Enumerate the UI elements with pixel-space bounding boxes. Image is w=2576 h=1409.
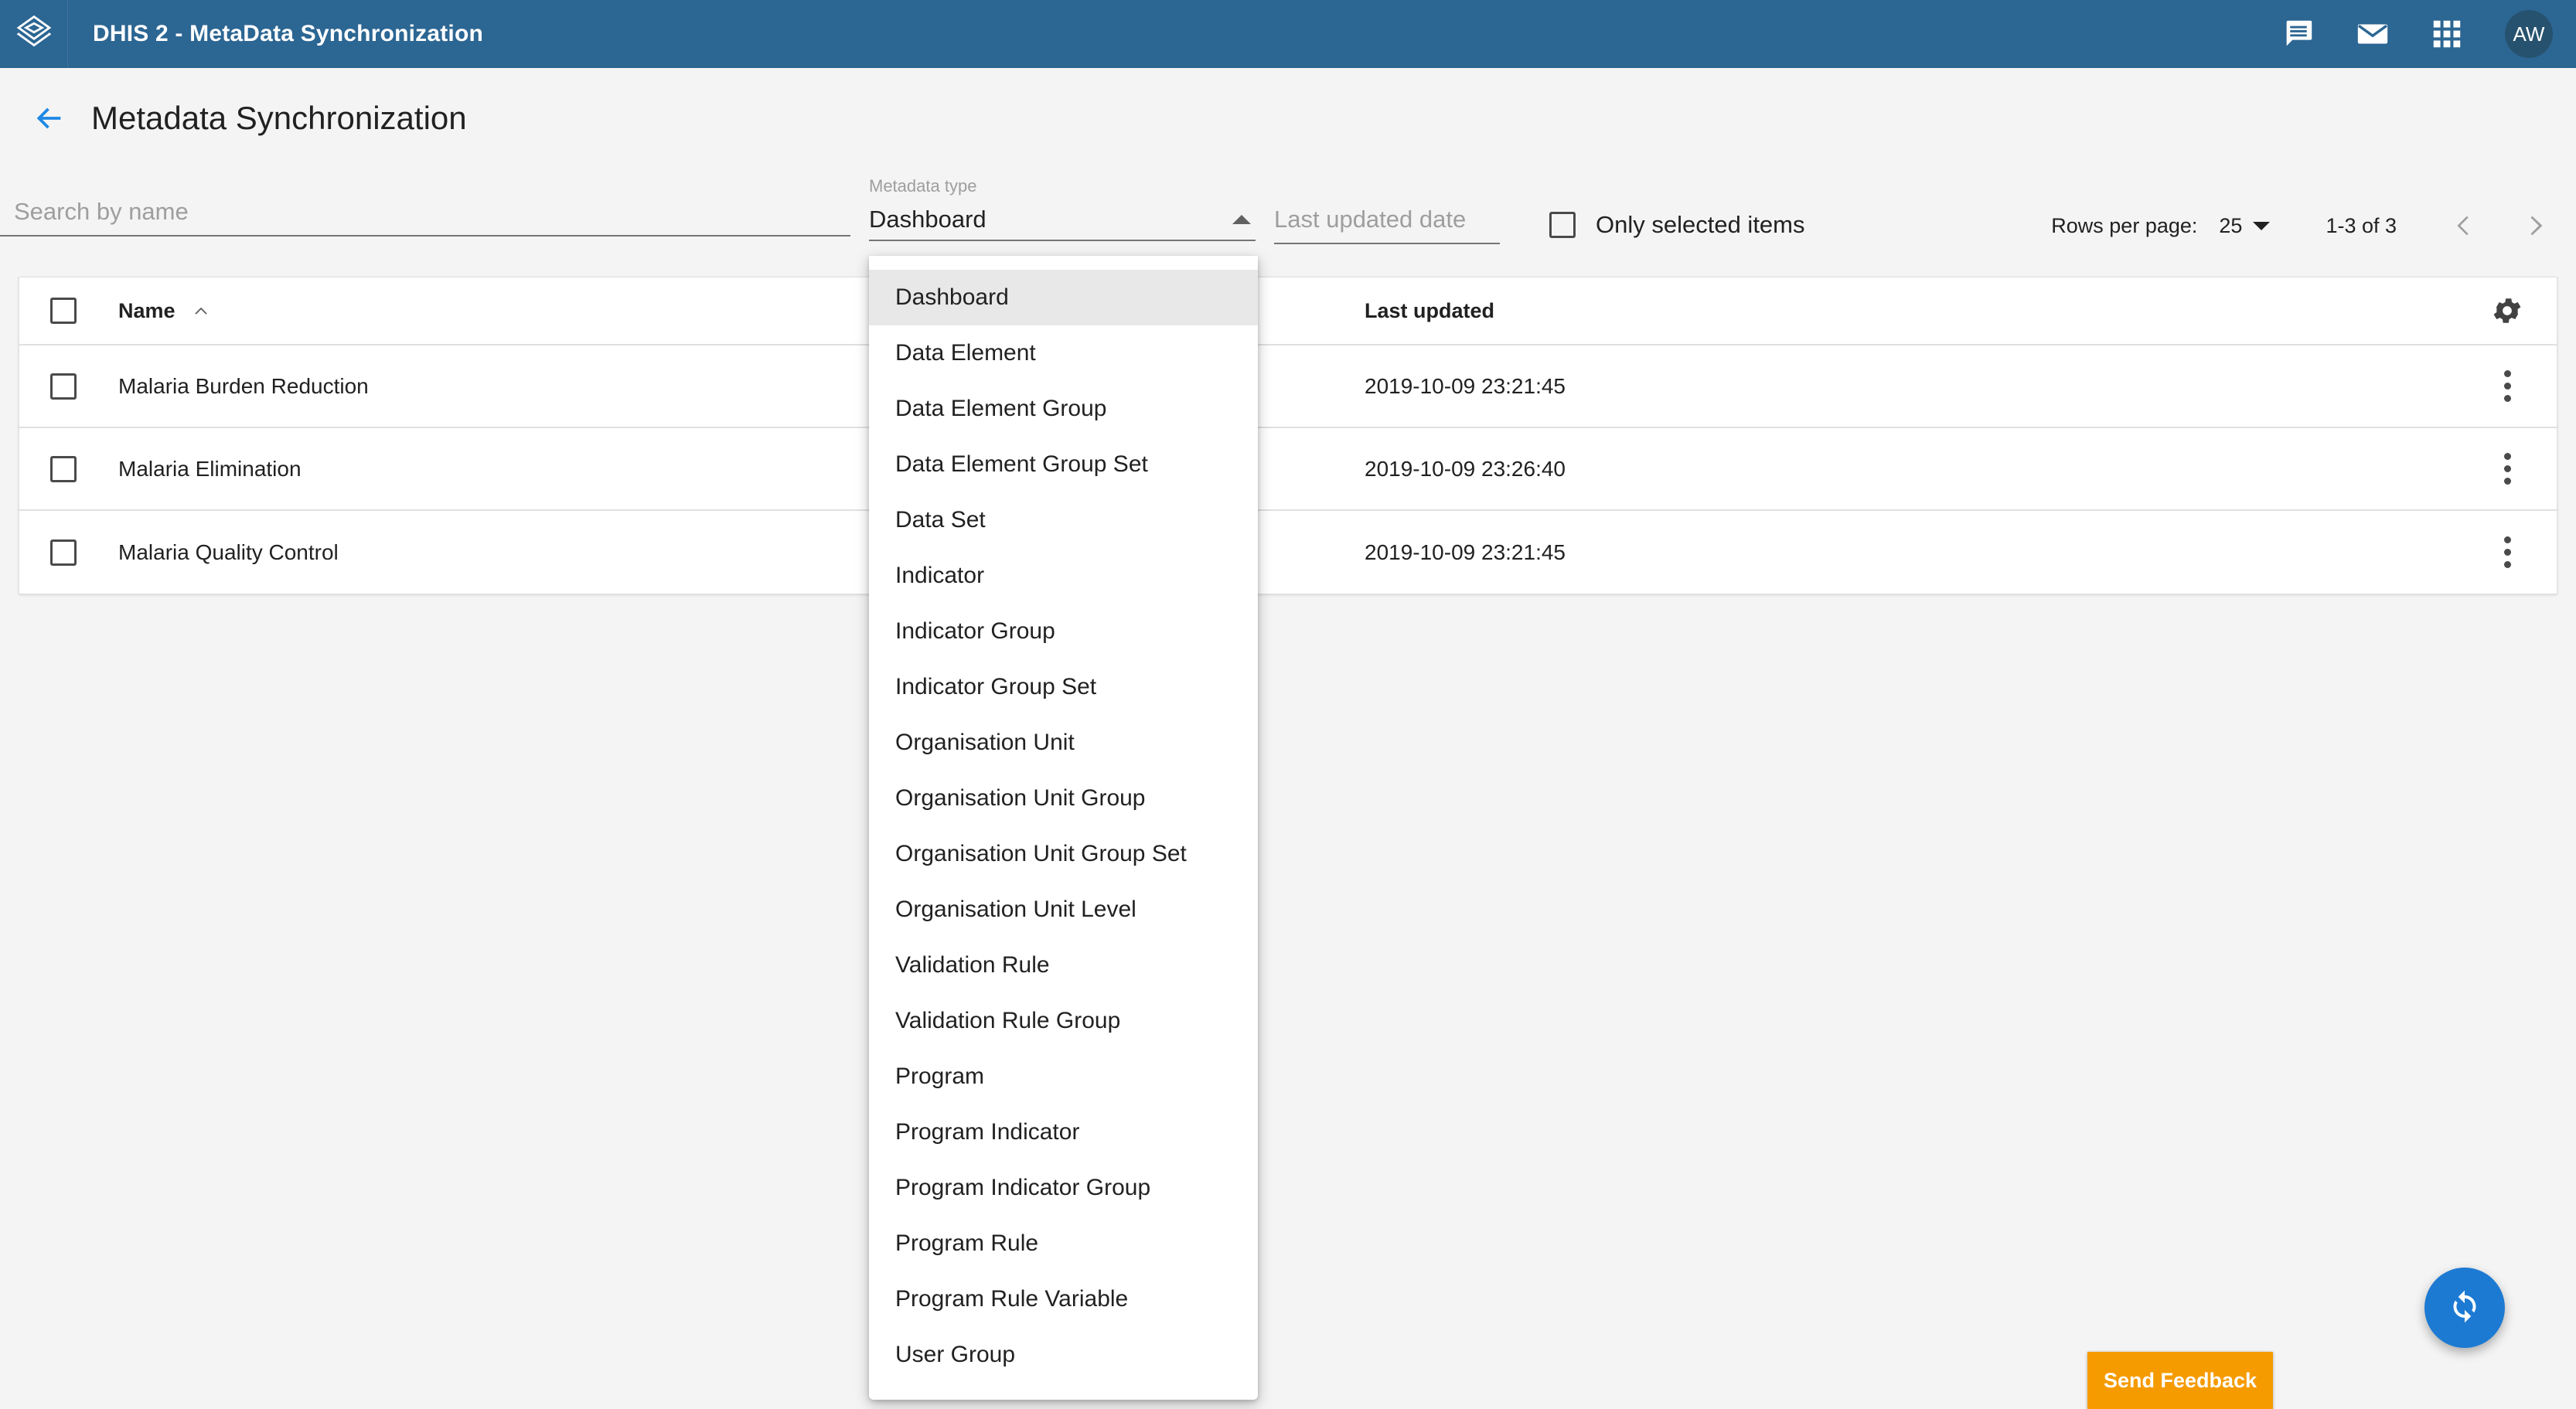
metadata-type-select[interactable]: Dashboard (869, 206, 1256, 241)
row-last-updated: 2019-10-09 23:21:45 (1365, 374, 1566, 399)
table-settings-cell (2362, 292, 2526, 329)
row-actions-cell (2362, 453, 2526, 485)
row-checkbox[interactable] (50, 373, 77, 400)
chevron-down-icon[interactable] (2253, 222, 2270, 230)
row-last-updated-cell: 2019-10-09 23:21:45 (1365, 540, 2362, 565)
more-vertical-icon[interactable] (2489, 536, 2526, 568)
row-select-cell (50, 539, 118, 566)
dropdown-option-data-element-group-set[interactable]: Data Element Group Set (869, 437, 1258, 492)
dropdown-option-organisation-unit-group-set[interactable]: Organisation Unit Group Set (869, 826, 1258, 882)
dropdown-option-indicator-group[interactable]: Indicator Group (869, 604, 1258, 659)
only-selected-items-checkbox[interactable]: Only selected items (1549, 211, 1805, 239)
row-last-updated: 2019-10-09 23:26:40 (1365, 457, 1566, 482)
filter-toolbar: Metadata type Dashboard Only selected it… (0, 168, 2576, 261)
messages-icon[interactable] (2279, 15, 2318, 53)
row-last-updated-cell: 2019-10-09 23:26:40 (1365, 457, 2362, 482)
dropdown-option-validation-rule-group[interactable]: Validation Rule Group (869, 993, 1258, 1049)
dropdown-option-program-indicator-group[interactable]: Program Indicator Group (869, 1160, 1258, 1216)
page-header: Metadata Synchronization (0, 68, 2576, 168)
table-row[interactable]: Malaria Elimination 2019-10-09 23:26:40 (19, 428, 2557, 511)
checkbox-box (1549, 212, 1576, 238)
row-actions-cell (2362, 536, 2526, 568)
dhis2-logo-button[interactable] (0, 0, 68, 68)
row-select-cell (50, 373, 118, 400)
only-selected-items-label: Only selected items (1596, 211, 1805, 239)
row-actions-cell (2362, 370, 2526, 402)
top-app-bar: DHIS 2 - MetaData Synchronization AW (0, 0, 2576, 68)
dhis2-layers-logo-icon (14, 12, 54, 56)
last-updated-column-label: Last updated (1365, 299, 1494, 323)
dropdown-option-data-set[interactable]: Data Set (869, 492, 1258, 548)
dropdown-option-dashboard[interactable]: Dashboard (869, 270, 1258, 325)
rows-per-page-value[interactable]: 25 (2219, 214, 2242, 238)
dropdown-option-user-group[interactable]: User Group (869, 1327, 1258, 1383)
sync-fab-button[interactable] (2424, 1268, 2505, 1348)
dropdown-option-data-element-group[interactable]: Data Element Group (869, 381, 1258, 437)
table-row[interactable]: Malaria Quality Control 2019-10-09 23:21… (19, 511, 2557, 594)
dropdown-option-program-rule-variable[interactable]: Program Rule Variable (869, 1271, 1258, 1327)
table-header-row: Name Last updated (19, 277, 2557, 345)
arrow-left-icon[interactable] (31, 100, 66, 136)
dropdown-option-organisation-unit[interactable]: Organisation Unit (869, 715, 1258, 771)
dropdown-option-indicator-group-set[interactable]: Indicator Group Set (869, 659, 1258, 715)
last-updated-date-field (1274, 206, 1500, 244)
table-row[interactable]: Malaria Burden Reduction 2019-10-09 23:2… (19, 345, 2557, 428)
search-field (0, 198, 850, 237)
mail-icon[interactable] (2353, 15, 2392, 53)
row-checkbox[interactable] (50, 456, 77, 482)
row-name: Malaria Elimination (118, 457, 302, 482)
more-vertical-icon[interactable] (2489, 453, 2526, 485)
dropdown-option-program-rule[interactable]: Program Rule (869, 1216, 1258, 1271)
last-updated-date-input[interactable] (1274, 206, 1500, 244)
more-vertical-icon[interactable] (2489, 370, 2526, 402)
gear-icon[interactable] (2489, 292, 2526, 329)
pagination-range-label: 1-3 of 3 (2326, 214, 2397, 238)
appbar-actions: AW (2279, 10, 2576, 58)
name-column-label: Name (118, 299, 175, 323)
select-all-cell (50, 298, 118, 324)
chevron-left-icon[interactable] (2448, 209, 2482, 243)
apps-grid-icon[interactable] (2428, 15, 2466, 53)
app-title: DHIS 2 - MetaData Synchronization (93, 21, 483, 47)
row-last-updated: 2019-10-09 23:21:45 (1365, 540, 1566, 565)
rows-per-page-label: Rows per page: (2051, 214, 2197, 238)
sync-icon (2445, 1286, 2485, 1330)
dropdown-option-organisation-unit-group[interactable]: Organisation Unit Group (869, 771, 1258, 826)
dropdown-option-organisation-unit-level[interactable]: Organisation Unit Level (869, 882, 1258, 938)
send-feedback-button[interactable]: Send Feedback (2087, 1352, 2273, 1409)
chevron-up-icon[interactable] (191, 301, 211, 321)
avatar[interactable]: AW (2505, 10, 2553, 58)
row-name: Malaria Quality Control (118, 540, 339, 565)
metadata-type-value: Dashboard (869, 206, 986, 233)
select-all-checkbox[interactable] (50, 298, 77, 324)
row-checkbox[interactable] (50, 539, 77, 566)
last-updated-column-header: Last updated (1365, 299, 2362, 323)
row-name: Malaria Burden Reduction (118, 374, 369, 399)
search-input[interactable] (0, 198, 850, 237)
dropdown-option-data-element[interactable]: Data Element (869, 325, 1258, 381)
row-last-updated-cell: 2019-10-09 23:21:45 (1365, 374, 2362, 399)
metadata-type-field: Metadata type Dashboard (869, 176, 1256, 241)
page-title: Metadata Synchronization (91, 100, 467, 137)
dropdown-option-validation-rule[interactable]: Validation Rule (869, 938, 1258, 993)
metadata-type-dropdown-menu: Dashboard Data Element Data Element Grou… (869, 256, 1258, 1400)
dropdown-option-program-indicator[interactable]: Program Indicator (869, 1104, 1258, 1160)
dropdown-option-indicator[interactable]: Indicator (869, 548, 1258, 604)
triangle-up-icon (1232, 215, 1251, 224)
chevron-right-icon[interactable] (2519, 209, 2553, 243)
pagination-controls: Rows per page: 25 1-3 of 3 (2051, 209, 2553, 243)
metadata-table: Name Last updated Malaria Burden Reducti… (19, 277, 2557, 594)
row-select-cell (50, 456, 118, 482)
metadata-type-label: Metadata type (869, 176, 1256, 196)
dropdown-option-program[interactable]: Program (869, 1049, 1258, 1104)
